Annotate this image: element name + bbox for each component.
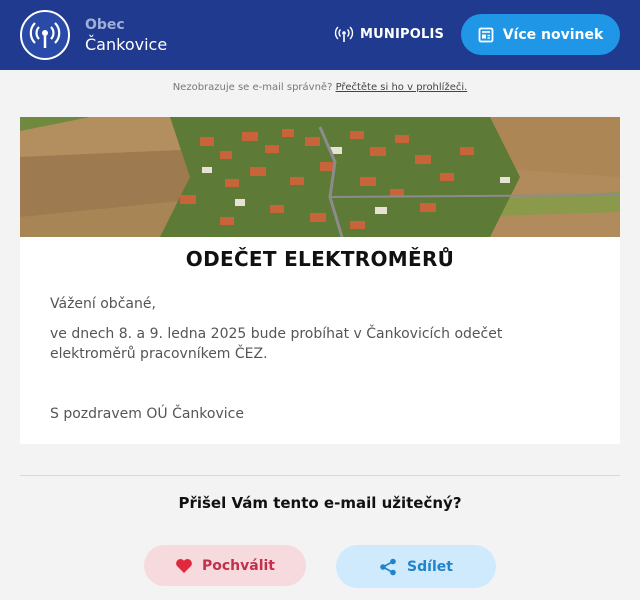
heart-icon [176,558,192,573]
banner-image [20,117,620,237]
share-label: Sdílet [407,558,453,575]
broadcast-icon [334,26,354,42]
org-name: Čankovice [85,35,168,54]
more-news-button[interactable]: Více novinek [461,14,620,55]
org-prefix: Obec [85,17,125,33]
article-card: ODEČET ELEKTROMĚRŮ Vážení občané, ve dne… [20,237,620,444]
view-in-browser-link[interactable]: Přečtěte si ho v prohlížeči. [336,82,468,93]
article-title: ODEČET ELEKTROMĚRŮ [185,247,455,271]
more-news-label: Více novinek [502,26,604,43]
share-icon [380,558,396,575]
divider [20,475,620,476]
header: Obec Čankovice MUNIPOLIS Více novinek [0,0,640,70]
feedback-question: Přišel Vám tento e-mail užitečný? [178,494,462,512]
greeting-text: Vážení občané, [50,296,156,312]
praise-button[interactable]: Pochválit [144,545,306,586]
organization-name: Obec Čankovice [85,16,167,56]
brand-name: MUNIPOLIS [360,26,445,42]
newspaper-icon [478,27,494,42]
preheader-text: Nezobrazuje se e-mail správně? [172,82,333,93]
broadcast-logo-icon[interactable] [20,10,70,60]
munipolis-logo[interactable]: MUNIPOLIS [334,24,444,44]
share-button[interactable]: Sdílet [336,545,496,588]
signature-text: S pozdravem OÚ Čankovice [50,406,244,422]
article-body: ve dnech 8. a 9. ledna 2025 bude probíha… [50,326,503,362]
praise-label: Pochválit [201,557,275,574]
preheader: Nezobrazuje se e-mail správně? Přečtěte … [0,82,640,93]
